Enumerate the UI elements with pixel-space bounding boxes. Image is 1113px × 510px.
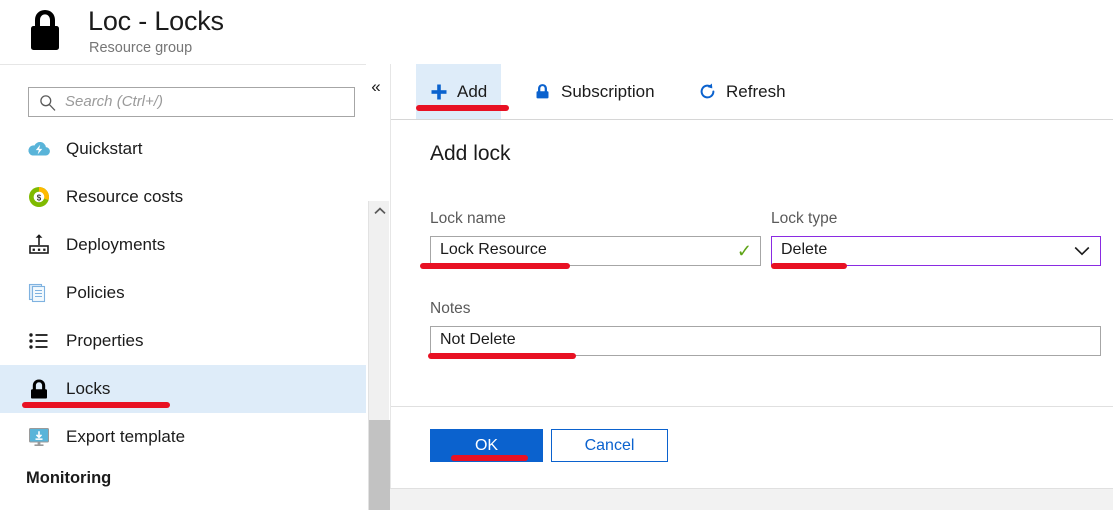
svg-text:$: $ <box>37 193 42 202</box>
page-title: Loc - Locks <box>88 6 224 36</box>
scrollbar-thumb[interactable] <box>369 420 390 510</box>
sidebar-item-label: Properties <box>66 331 144 350</box>
lock-type-label: Lock type <box>771 210 838 227</box>
lock-name-value: Lock Resource <box>440 241 547 258</box>
cancel-button-label: Cancel <box>584 436 635 454</box>
lock-type-select[interactable]: Delete <box>771 236 1101 266</box>
sidebar: Search (Ctrl+/) Quickstart $ Resource co… <box>0 64 390 510</box>
lock-type-value: Delete <box>781 241 828 258</box>
ok-button-label: OK <box>474 436 499 454</box>
collapse-sidebar-icon[interactable]: « <box>365 76 387 98</box>
search-input[interactable]: Search (Ctrl+/) <box>28 87 355 117</box>
sidebar-item-resource-costs[interactable]: $ Resource costs <box>0 173 366 221</box>
sidebar-item-properties[interactable]: Properties <box>0 317 366 365</box>
sidebar-item-label: Locks <box>66 379 111 398</box>
lock-icon <box>26 376 52 402</box>
valid-check-icon: ✓ <box>736 241 752 261</box>
properties-list-icon <box>26 328 52 354</box>
annotation-underline-lock-name <box>420 263 570 269</box>
notes-value: Not Delete <box>440 331 516 348</box>
subscription-button[interactable]: Subscription <box>519 64 669 119</box>
search-placeholder: Search (Ctrl+/) <box>65 93 163 110</box>
lock-name-label: Lock name <box>430 210 506 227</box>
sidebar-item-label: Quickstart <box>66 139 143 158</box>
sidebar-scrollbar[interactable] <box>368 201 390 510</box>
lock-name-input[interactable]: Lock Resource ✓ <box>430 236 761 266</box>
export-template-icon <box>26 424 52 450</box>
cost-donut-icon: $ <box>26 184 52 210</box>
sidebar-bottom-spacer <box>0 488 366 510</box>
refresh-button-label: Refresh <box>726 81 786 101</box>
plus-icon <box>430 83 448 101</box>
annotation-underline-locks <box>22 402 170 408</box>
page-subtitle: Resource group <box>89 40 193 56</box>
footer-strip <box>390 488 1113 510</box>
blade-header: Loc - Locks Resource group <box>0 0 1113 64</box>
add-button-label: Add <box>457 81 488 101</box>
sidebar-item-policies[interactable]: Policies <box>0 269 366 317</box>
sidebar-nav: Quickstart $ Resource costs Deployments … <box>0 125 366 495</box>
cloud-lightning-icon <box>26 136 52 162</box>
annotation-underline-add <box>416 105 509 111</box>
refresh-button[interactable]: Refresh <box>684 64 800 119</box>
main-content: Add Subscription Refresh Add lock Lock n… <box>390 64 1113 510</box>
sidebar-item-label: Export template <box>66 427 186 446</box>
deployments-icon <box>26 232 52 258</box>
annotation-underline-lock-type <box>771 263 847 269</box>
notes-label: Notes <box>430 300 471 317</box>
sidebar-item-label: Deployments <box>66 235 166 254</box>
command-toolbar: Add Subscription Refresh <box>391 64 1113 120</box>
padlock-icon <box>27 8 63 52</box>
annotation-underline-ok <box>451 455 528 461</box>
sidebar-item-export-template[interactable]: Export template <box>0 413 366 461</box>
sidebar-item-quickstart[interactable]: Quickstart <box>0 125 366 173</box>
azure-portal-locks-blade: Loc - Locks Resource group Search (Ctrl+… <box>0 0 1113 510</box>
policies-icon <box>26 280 52 306</box>
annotation-underline-notes <box>428 353 576 359</box>
refresh-icon <box>698 82 717 101</box>
sidebar-item-deployments[interactable]: Deployments <box>0 221 366 269</box>
scroll-up-arrow-icon[interactable] <box>369 201 390 221</box>
notes-input[interactable]: Not Delete <box>430 326 1101 356</box>
form-divider <box>391 406 1113 407</box>
subscription-button-label: Subscription <box>561 81 655 101</box>
form-title: Add lock <box>430 142 511 165</box>
sidebar-item-locks[interactable]: Locks <box>0 365 366 413</box>
search-icon <box>39 94 56 111</box>
lock-icon <box>533 82 552 101</box>
sidebar-item-label: Policies <box>66 283 125 302</box>
sidebar-item-label: Resource costs <box>66 187 184 206</box>
chevron-down-icon[interactable] <box>1074 243 1090 259</box>
cancel-button[interactable]: Cancel <box>551 429 668 462</box>
